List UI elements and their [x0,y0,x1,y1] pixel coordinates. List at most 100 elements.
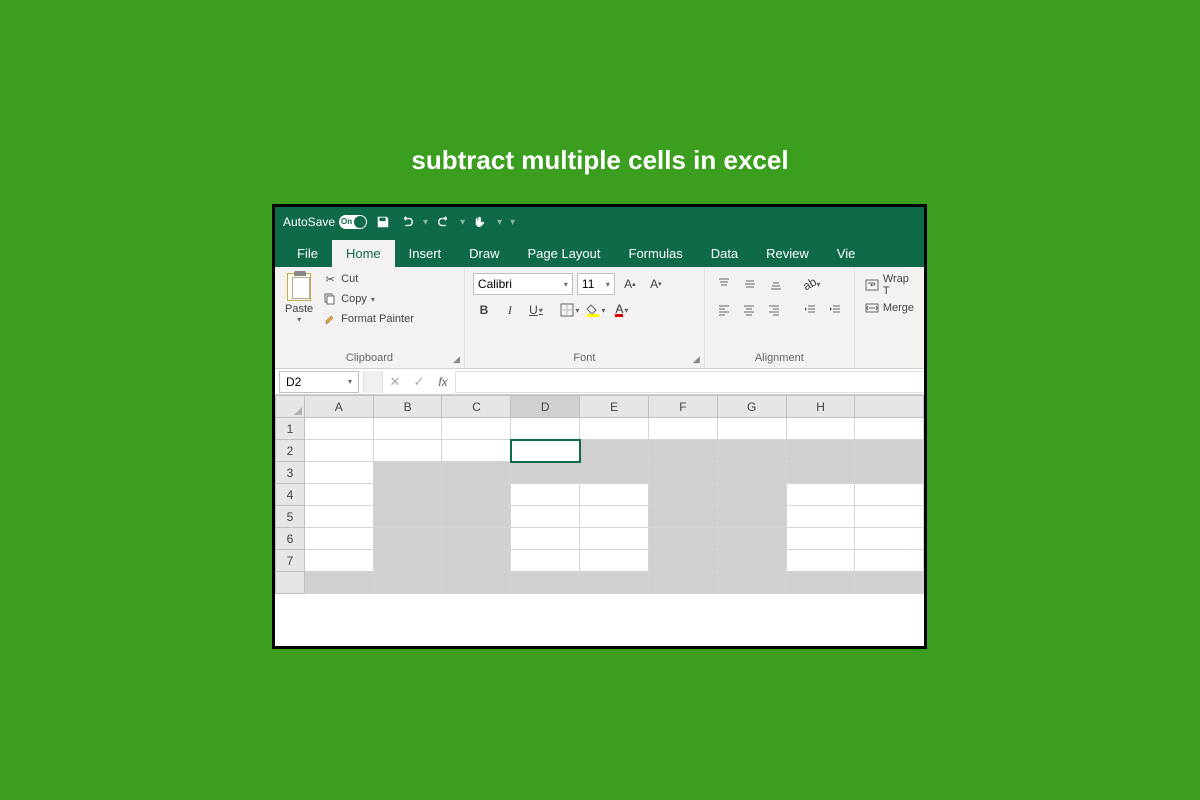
copy-button[interactable]: Copy ▾ [321,291,416,307]
cell[interactable] [580,462,649,484]
align-top-button[interactable] [713,273,735,295]
cell[interactable] [304,484,373,506]
tab-page-layout[interactable]: Page Layout [514,240,615,267]
cell[interactable] [855,550,924,572]
cell[interactable] [304,440,373,462]
row-header[interactable]: 3 [276,462,305,484]
cell[interactable] [855,528,924,550]
cell[interactable] [717,550,786,572]
cell[interactable] [648,572,717,594]
cell[interactable] [648,418,717,440]
name-box[interactable]: D2 ▾ [279,371,359,393]
cell[interactable] [580,484,649,506]
cell[interactable] [855,440,924,462]
cell[interactable] [511,506,580,528]
column-header[interactable]: D [511,396,580,418]
cell-active[interactable] [511,440,580,462]
align-bottom-button[interactable] [765,273,787,295]
cell[interactable] [373,484,442,506]
cell[interactable] [442,506,511,528]
cell[interactable] [304,572,373,594]
align-middle-button[interactable] [739,273,761,295]
paste-button[interactable]: Paste ▾ [281,271,317,347]
tab-draw[interactable]: Draw [455,240,513,267]
cell[interactable] [717,572,786,594]
copy-dropdown-icon[interactable]: ▾ [371,295,375,304]
cell[interactable] [648,528,717,550]
italic-button[interactable]: I [499,299,521,321]
cell[interactable] [580,440,649,462]
align-left-button[interactable] [713,299,734,321]
cell[interactable] [648,484,717,506]
cell[interactable] [855,484,924,506]
column-header[interactable] [855,396,924,418]
cell[interactable] [304,528,373,550]
cell[interactable] [580,506,649,528]
enter-formula-button[interactable]: ✓ [407,371,431,393]
qat-dropdown-icon[interactable]: ▾ [497,217,502,228]
cut-button[interactable]: ✂ Cut [321,271,416,287]
tab-review[interactable]: Review [752,240,823,267]
cell[interactable] [373,528,442,550]
cell[interactable] [855,418,924,440]
cell[interactable] [648,462,717,484]
formula-input[interactable] [455,371,924,393]
row-header[interactable] [276,572,305,594]
font-color-button[interactable]: A ▾ [611,299,633,321]
cell[interactable] [304,506,373,528]
tab-home[interactable]: Home [332,240,395,267]
redo-icon[interactable] [436,214,452,230]
cell[interactable] [648,550,717,572]
autosave-toggle[interactable]: AutoSave On [283,215,367,229]
qat-dropdown-icon[interactable]: ▾ [460,217,465,228]
qat-dropdown-icon[interactable]: ▾ [423,217,428,228]
cell[interactable] [373,506,442,528]
align-right-button[interactable] [764,299,785,321]
touch-mouse-icon[interactable] [473,214,489,230]
increase-indent-button[interactable] [824,299,845,321]
cell[interactable] [855,572,924,594]
cell[interactable] [580,550,649,572]
cell[interactable] [304,550,373,572]
tab-file[interactable]: File [283,240,332,267]
save-icon[interactable] [375,214,391,230]
cell[interactable] [373,462,442,484]
insert-function-button[interactable]: fx [431,371,455,393]
underline-button[interactable]: U▾ [525,299,547,321]
cell[interactable] [580,418,649,440]
decrease-indent-button[interactable] [799,299,820,321]
column-header[interactable]: G [717,396,786,418]
cell[interactable] [442,462,511,484]
cell[interactable] [373,550,442,572]
cell[interactable] [786,484,855,506]
merge-button[interactable]: Merge [865,301,914,315]
cell[interactable] [717,506,786,528]
column-header[interactable]: H [786,396,855,418]
tab-insert[interactable]: Insert [395,240,456,267]
cell[interactable] [786,440,855,462]
cell[interactable] [511,462,580,484]
fill-color-button[interactable]: ▾ [585,299,607,321]
column-header[interactable]: C [442,396,511,418]
wrap-text-button[interactable]: Wrap T [865,273,914,297]
cell[interactable] [442,528,511,550]
cell[interactable] [580,572,649,594]
cell[interactable] [511,572,580,594]
cell[interactable] [373,440,442,462]
select-all-corner[interactable] [276,396,305,418]
cell[interactable] [786,462,855,484]
cell[interactable] [511,484,580,506]
cell[interactable] [717,528,786,550]
bold-button[interactable]: B [473,299,495,321]
column-header[interactable]: F [648,396,717,418]
tab-data[interactable]: Data [697,240,752,267]
toggle-switch[interactable]: On [339,215,367,229]
cell[interactable] [511,550,580,572]
font-size-select[interactable]: 11▾ [577,273,615,295]
cell[interactable] [373,418,442,440]
cell[interactable] [442,484,511,506]
cell[interactable] [511,418,580,440]
row-header[interactable]: 2 [276,440,305,462]
column-header[interactable]: A [304,396,373,418]
cell[interactable] [511,528,580,550]
